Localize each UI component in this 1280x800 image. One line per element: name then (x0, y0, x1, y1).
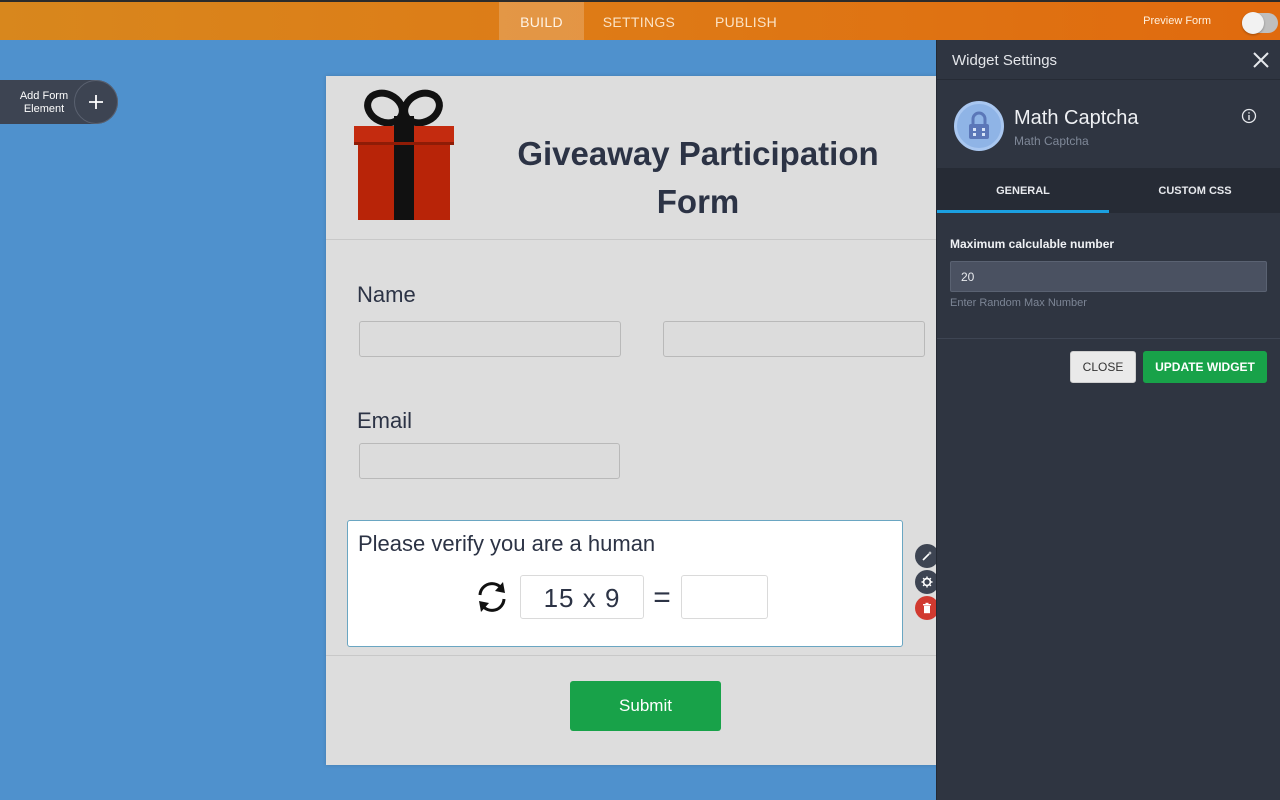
gear-icon (921, 576, 933, 588)
tab-publish[interactable]: PUBLISH (704, 2, 788, 40)
captcha-equals-sign: = (653, 581, 671, 614)
form-canvas: Giveaway Participation Form Name Email P… (326, 76, 939, 765)
captcha-question: 15 x 9 (520, 575, 644, 619)
plus-icon (89, 95, 103, 109)
top-navigation-bar: BUILD SETTINGS PUBLISH Preview Form (0, 0, 1280, 40)
add-form-element-button[interactable] (74, 80, 118, 124)
widget-name: Math Captcha (1014, 107, 1139, 129)
panel-title: Widget Settings (952, 52, 1058, 69)
trash-icon (923, 602, 931, 614)
add-form-element-label: Add Form Element (12, 90, 76, 116)
close-button[interactable]: CLOSE (1070, 351, 1136, 383)
tab-custom-css[interactable]: CUSTOM CSS (1109, 168, 1280, 213)
widget-settings-panel: Widget Settings Math Captcha Math Captch… (936, 40, 1280, 800)
add-form-element-label-line2: Element (23, 103, 65, 115)
form-footer-divider (326, 655, 938, 656)
max-number-input[interactable] (950, 261, 1267, 292)
math-captcha-widget[interactable]: Please verify you are a human 15 x 9 = (347, 520, 903, 647)
captcha-answer-input[interactable] (681, 575, 768, 619)
tab-general[interactable]: GENERAL (937, 168, 1109, 213)
panel-divider (937, 338, 1280, 339)
toggle-knob (1242, 12, 1264, 34)
preview-form-label: Preview Form (1143, 15, 1211, 27)
add-form-element-pill[interactable]: Add Form Element (0, 80, 118, 124)
name-label: Name (357, 282, 416, 307)
captcha-label: Please verify you are a human (358, 531, 656, 556)
submit-button[interactable]: Submit (570, 681, 721, 731)
email-input[interactable] (359, 443, 620, 479)
first-name-input[interactable] (359, 321, 621, 357)
update-widget-button[interactable]: UPDATE WIDGET (1143, 351, 1267, 383)
math-captcha-avatar (954, 101, 1004, 151)
max-number-hint: Enter Random Max Number (950, 297, 1087, 309)
last-name-input[interactable] (663, 321, 925, 357)
max-number-label: Maximum calculable number (950, 237, 1115, 251)
refresh-icon[interactable] (472, 577, 512, 617)
form-header[interactable]: Giveaway Participation Form (326, 76, 938, 240)
preview-form-toggle[interactable] (1242, 12, 1278, 34)
lock-icon (969, 111, 989, 139)
tab-build[interactable]: BUILD (499, 2, 584, 40)
panel-tabs: GENERAL CUSTOM CSS (937, 168, 1280, 213)
form-title: Giveaway Participation Form (496, 130, 900, 226)
wand-icon (922, 551, 932, 561)
panel-header: Widget Settings (937, 40, 1280, 80)
email-label: Email (357, 408, 413, 433)
add-form-element-label-line1: Add Form (19, 90, 69, 102)
info-icon[interactable] (1241, 108, 1257, 124)
widget-subtitle: Math Captcha (1014, 134, 1089, 148)
form-title-line1: Giveaway Participation (517, 135, 879, 172)
widget-info: Math Captcha Math Captcha (937, 80, 1280, 168)
gift-icon (354, 89, 454, 220)
form-title-line2: Form (656, 183, 740, 220)
tab-settings[interactable]: SETTINGS (594, 2, 684, 40)
close-icon[interactable] (1251, 50, 1271, 70)
